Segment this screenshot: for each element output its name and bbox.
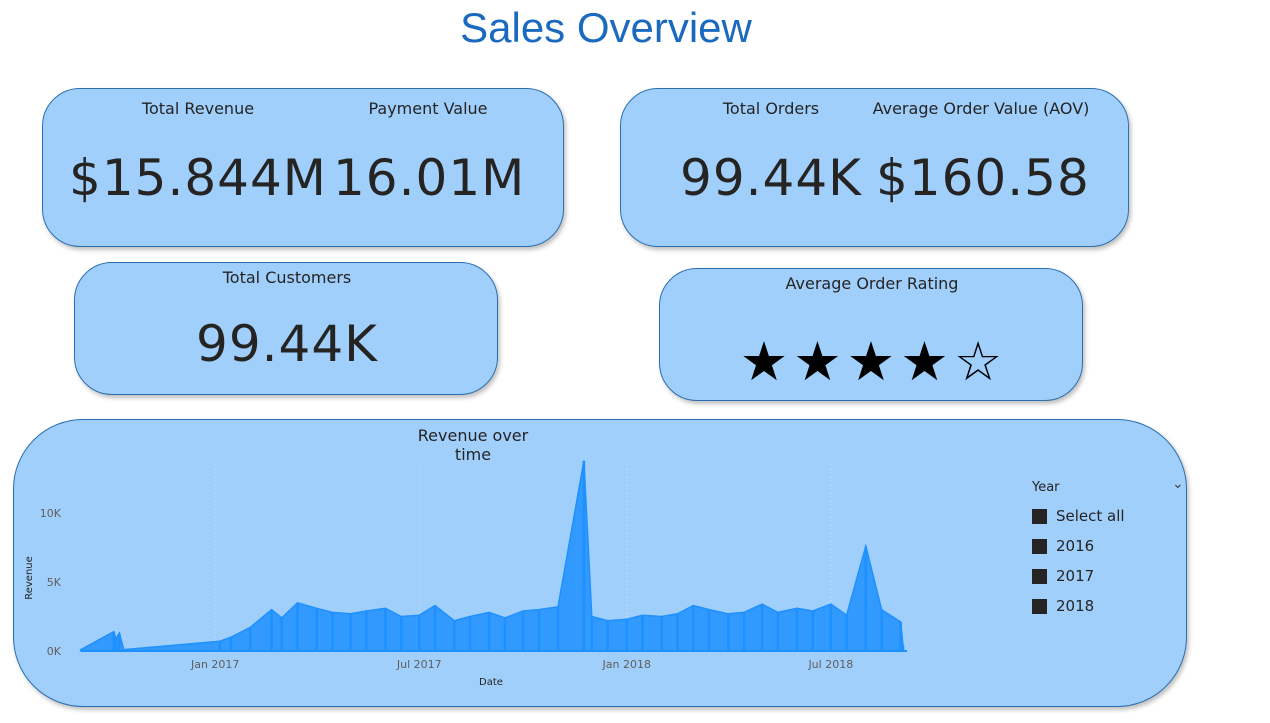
total-orders-value: 99.44K [680, 149, 862, 207]
y-tick-label: 5K [47, 576, 62, 589]
y-tick-label: 0K [47, 645, 62, 658]
slicer-title: Year [1032, 480, 1060, 495]
total-customers-label: Total Customers [222, 268, 352, 287]
slicer-item[interactable]: 2017 [1032, 561, 1182, 591]
total-revenue-value: $15.844M [69, 149, 327, 207]
x-axis-label: Date [479, 677, 503, 688]
star-filled-icon: ★ [846, 330, 896, 393]
customers-card[interactable]: Total Customers 99.44K [74, 262, 498, 395]
revenue-card[interactable]: Total Revenue $15.844M Payment Value 16.… [42, 88, 564, 247]
star-filled-icon: ★ [739, 330, 789, 393]
aov-value: $160.58 [876, 149, 1090, 207]
y-axis-label: Revenue [24, 556, 35, 600]
slicer-item[interactable]: 2018 [1032, 591, 1182, 621]
payment-value-value: 16.01M [333, 149, 526, 207]
page-title: Sales Overview [460, 4, 752, 51]
total-revenue-label: Total Revenue [141, 99, 255, 118]
star-empty-icon: ☆ [953, 330, 1003, 393]
rating-stars: ★ ★ ★ ★ ☆ [660, 335, 1082, 389]
checkbox-checked-icon[interactable] [1032, 508, 1047, 524]
star-filled-icon: ★ [793, 330, 842, 393]
x-tick-label: Jan 2018 [602, 658, 651, 671]
revenue-series-area[interactable] [80, 460, 904, 652]
y-tick-label: 10K [40, 507, 62, 520]
payment-value-label: Payment Value [368, 99, 488, 118]
slicer-item[interactable]: 2016 [1032, 531, 1182, 561]
total-orders-label: Total Orders [722, 99, 820, 118]
x-tick-label: Jul 2017 [396, 658, 442, 671]
checkbox-checked-icon[interactable] [1032, 568, 1047, 584]
x-tick-label: Jan 2017 [190, 658, 239, 671]
orders-card[interactable]: Total Orders 99.44K Average Order Value … [620, 88, 1129, 247]
x-tick-label: Jul 2018 [807, 658, 853, 671]
slicer-item-label: 2016 [1056, 537, 1095, 555]
total-customers-value: 99.44K [196, 315, 378, 373]
slicer-item-label: Select all [1056, 507, 1125, 525]
aov-label: Average Order Value (AOV) [872, 99, 1090, 118]
revenue-chart-card[interactable]: Revenue over time 0K 5K 10K Jan 2017 Jul 20… [13, 419, 1187, 707]
year-slicer[interactable]: Year ⌄ Select all 2016 2017 2018 [1032, 476, 1184, 621]
slicer-item-label: 2017 [1056, 567, 1095, 585]
star-filled-icon: ★ [900, 330, 949, 393]
average-rating-label: Average Order Rating [785, 274, 959, 293]
slicer-item[interactable]: Select all [1032, 501, 1182, 531]
revenue-chart[interactable]: 0K 5K 10K Jan 2017 Jul 2017 Jan 2018 Jul 2018… [14, 420, 1014, 700]
chevron-down-icon[interactable]: ⌄ [1172, 476, 1184, 492]
slicer-item-label: 2018 [1056, 597, 1095, 615]
checkbox-checked-icon[interactable] [1032, 598, 1047, 614]
checkbox-checked-icon[interactable] [1032, 538, 1047, 554]
rating-card[interactable]: Average Order Rating ★ ★ ★ ★ ☆ [659, 268, 1083, 401]
